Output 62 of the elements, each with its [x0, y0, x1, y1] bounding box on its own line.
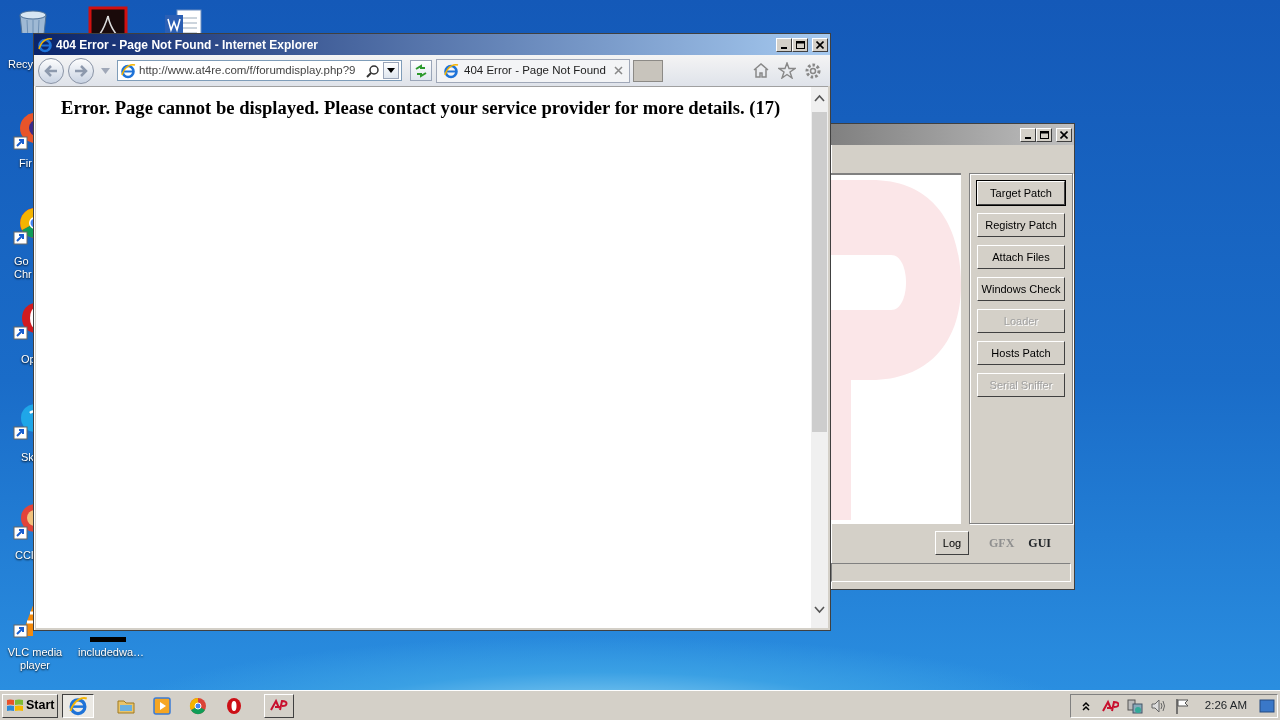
- maximize-button[interactable]: [792, 37, 808, 52]
- action-button[interactable]: Target Patch: [977, 181, 1065, 205]
- forward-button[interactable]: [68, 57, 94, 84]
- error-message: Error. Page cannot be displayed. Please contact your service provider for more details. (17): [61, 96, 781, 120]
- action-button[interactable]: Registry Patch: [977, 213, 1065, 237]
- star-icon[interactable]: [778, 62, 796, 79]
- maximize-button[interactable]: [1036, 127, 1052, 142]
- scroll-thumb[interactable]: [812, 112, 827, 432]
- play-icon: [152, 695, 173, 716]
- action-button[interactable]: Hosts Patch: [977, 341, 1065, 365]
- icon-label[interactable]: includedwa…: [78, 646, 145, 659]
- back-button[interactable]: [38, 57, 64, 84]
- scroll-up-icon[interactable]: [811, 92, 828, 104]
- new-tab-button[interactable]: [633, 59, 663, 82]
- network-icon[interactable]: [1124, 696, 1143, 715]
- close-icon: [1060, 130, 1068, 139]
- show-desktop-icon[interactable]: [1259, 696, 1275, 715]
- action-button[interactable]: Attach Files: [977, 245, 1065, 269]
- minimize-button[interactable]: [776, 37, 792, 52]
- windows-flag-icon: [6, 697, 24, 714]
- icon-label[interactable]: CCl: [15, 549, 34, 562]
- back-icon: [43, 63, 59, 78]
- window-title: 404 Error - Page Not Found - Internet Explorer: [56, 36, 319, 54]
- close-button[interactable]: [1056, 127, 1072, 142]
- browser-logo-icon: [120, 62, 136, 79]
- close-icon[interactable]: [614, 66, 623, 75]
- browser-logo-icon: [68, 695, 89, 716]
- browser-tab[interactable]: 404 Error - Page Not Found: [436, 58, 630, 83]
- icon-label[interactable]: VLC media player: [0, 646, 70, 672]
- refresh-icon: [413, 62, 429, 79]
- start-button[interactable]: Start: [2, 693, 59, 718]
- icon-label[interactable]: Recy: [8, 58, 34, 71]
- caret-icon: [387, 68, 395, 73]
- icon-label[interactable]: Go Chr: [14, 255, 32, 281]
- dropdown-button[interactable]: [383, 62, 399, 79]
- icon-label[interactable]: Fir: [19, 157, 32, 170]
- close-button[interactable]: [812, 37, 828, 52]
- maximize-icon: [1039, 130, 1049, 139]
- document-icon[interactable]: [88, 6, 128, 33]
- minimize-icon: [781, 46, 787, 49]
- settings-icon[interactable]: [804, 61, 822, 80]
- scroll-down-icon[interactable]: [811, 604, 828, 616]
- scrollbar[interactable]: [811, 87, 828, 628]
- action-button[interactable]: Windows Check: [977, 277, 1065, 301]
- log-button[interactable]: Log: [935, 531, 969, 555]
- refresh-button[interactable]: [410, 60, 432, 81]
- home-icon[interactable]: [752, 62, 770, 79]
- address-field[interactable]: http://www.at4re.com/f/forumdisplay.php?9: [117, 60, 402, 81]
- tab-title: 404 Error - Page Not Found: [464, 62, 607, 78]
- taskbar-button[interactable]: [62, 693, 95, 718]
- maximize-icon: [795, 40, 805, 49]
- browser-logo-icon: [443, 62, 459, 79]
- minimize-button[interactable]: [1020, 127, 1036, 142]
- forward-icon: [73, 63, 89, 78]
- search-icon[interactable]: [366, 63, 380, 78]
- app-icon: [188, 695, 209, 716]
- mode-label[interactable]: GUI: [1028, 534, 1051, 552]
- browser-logo-icon: [37, 36, 53, 53]
- minimize-icon: [1025, 136, 1031, 139]
- close-icon: [816, 40, 824, 49]
- clock[interactable]: 2:26 AM: [1196, 696, 1253, 715]
- icon-label[interactable]: Sk: [21, 451, 34, 464]
